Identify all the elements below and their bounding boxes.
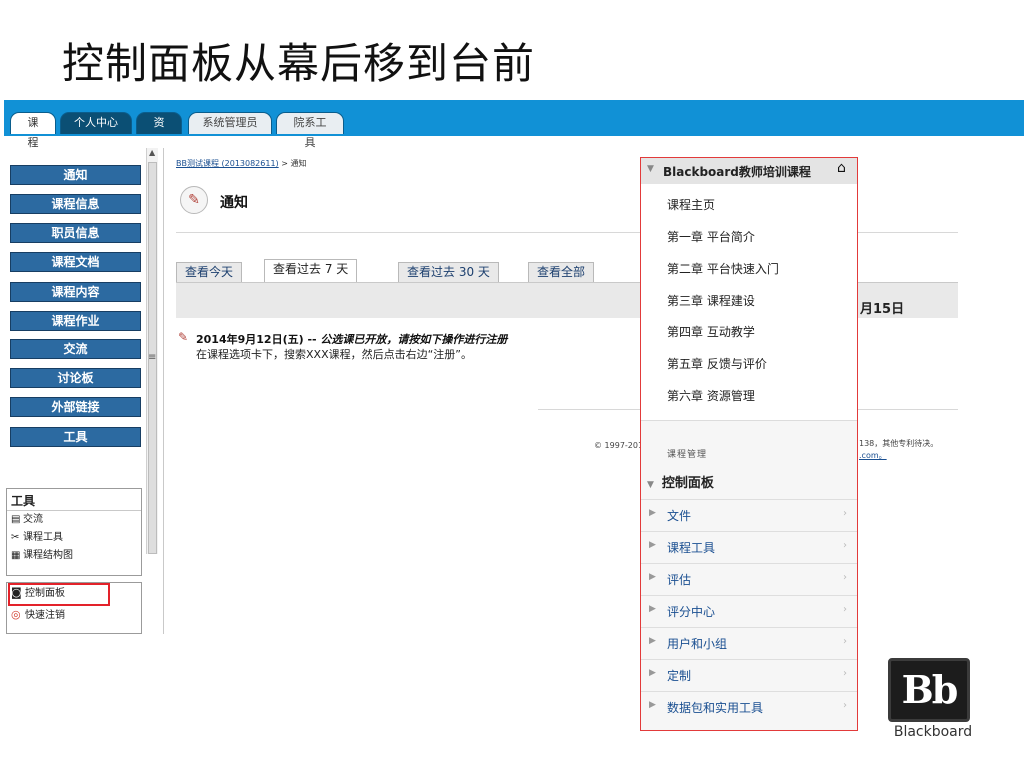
sidebar-button-course-info[interactable]: 课程信息 — [10, 194, 141, 214]
control-panel-item-course-tools[interactable]: ▶ 课程工具 › — [641, 531, 857, 561]
tab-course[interactable]: 课程 — [10, 112, 56, 149]
course-menu-link-chapter-5[interactable]: 第五章 反馈与评价 — [667, 355, 767, 372]
sidebar-button-discussion-board[interactable]: 讨论板 — [10, 368, 141, 388]
resize-handle-icon[interactable]: ≡ — [148, 352, 156, 363]
date-heading: 月15日 — [860, 302, 905, 317]
slide-title: 控制面板从幕后移到台前 — [62, 39, 536, 88]
breadcrumb: BB测试课程 (2013082611) > 通知 — [176, 158, 306, 169]
sidebar-button-external-links[interactable]: 外部链接 — [10, 397, 141, 417]
tab-view-all[interactable]: 查看全部 — [528, 262, 595, 282]
chevron-right-icon: › — [843, 636, 847, 647]
chevron-right-icon: › — [843, 700, 847, 711]
announcement-item-icon: ✎ — [178, 330, 189, 344]
sidebar-divider — [163, 148, 164, 634]
control-panel-item-grade-center[interactable]: ▶ 评分中心 › — [641, 595, 857, 625]
home-icon[interactable]: ⌂ — [837, 160, 846, 176]
chevron-right-icon: › — [843, 508, 847, 519]
sidebar-quick-logout[interactable]: ◎ 快速注销 — [7, 605, 141, 627]
announcement-body: 在课程选项卡下，搜索XXX课程，然后点击右边“注册”。 — [196, 348, 473, 361]
tools-panel: 工具 ▤ 交流 ✂ 课程工具 ▦ 课程结构图 — [6, 488, 142, 576]
triangle-right-icon: ▶ — [649, 700, 656, 710]
sidebar-button-staff-info[interactable]: 职员信息 — [10, 223, 141, 243]
blackboard-logo: Bb — [888, 658, 970, 722]
course-menu-link-home[interactable]: 课程主页 — [667, 196, 715, 213]
triangle-right-icon: ▶ — [649, 668, 656, 678]
control-panel-item-packages-utilities[interactable]: ▶ 数据包和实用工具 › — [641, 691, 857, 721]
sidebar-button-announcements[interactable]: 通知 — [10, 165, 141, 185]
tools-panel-title: 工具 — [7, 489, 141, 511]
control-panel-item-evaluation[interactable]: ▶ 评估 › — [641, 563, 857, 593]
tab-view-today[interactable]: 查看今天 — [176, 262, 243, 282]
triangle-right-icon: ▶ — [649, 540, 656, 550]
map-icon: ▦ — [11, 550, 21, 561]
chevron-right-icon: › — [843, 540, 847, 551]
tab-my-center[interactable]: 个人中心 — [60, 112, 132, 134]
scroll-up-icon[interactable]: ▲ — [149, 148, 155, 157]
tab-view-last-7-days[interactable]: 查看过去 7 天 — [264, 259, 358, 283]
control-panel-item-files[interactable]: ▶ 文件 › — [641, 499, 857, 529]
patent-text: 138，其他专利待决。 — [859, 439, 939, 448]
course-menu-header[interactable]: ▼ Blackboard教师培训课程 ⌂ — [641, 158, 857, 184]
triangle-right-icon: ▶ — [649, 604, 656, 614]
collapse-triangle-icon[interactable]: ▼ — [647, 164, 654, 174]
wrench-icon: ✂ — [11, 532, 20, 543]
triangle-right-icon: ▶ — [649, 572, 656, 582]
triangle-right-icon: ▶ — [649, 636, 656, 646]
announcement-title-line: 2014年9月12日(五) -- 公选课已开放，请按如下操作进行注册 — [196, 331, 507, 347]
announcement-icon: ✎ — [180, 186, 208, 214]
tab-view-last-30-days[interactable]: 查看过去 30 天 — [398, 262, 499, 282]
control-panel-highlight — [8, 583, 110, 606]
tools-item-course-map[interactable]: ▦ 课程结构图 — [7, 547, 141, 565]
course-menu-dropdown: ▼ Blackboard教师培训课程 ⌂ 课程主页 第一章 平台简介 第二章 平… — [640, 157, 858, 731]
copyright-link[interactable]: .com。 — [859, 450, 887, 461]
course-management-label: 课程管理 — [667, 450, 708, 460]
tab-resources[interactable]: 资源 — [136, 112, 182, 149]
chevron-right-icon: › — [843, 572, 847, 583]
sidebar-button-tools[interactable]: 工具 — [10, 427, 141, 447]
copyright-text: © 1997-201 — [594, 441, 644, 450]
top-tab-bar: 课程 个人中心 资源 系统管理员 院系工具 — [4, 100, 1024, 149]
sidebar-button-assignments[interactable]: 课程作业 — [10, 311, 141, 331]
expand-triangle-icon: ▼ — [647, 480, 654, 490]
chevron-right-icon: › — [843, 668, 847, 679]
control-panel-item-users-groups[interactable]: ▶ 用户和小组 › — [641, 627, 857, 657]
tab-system-admin[interactable]: 系统管理员 — [188, 112, 272, 134]
blackboard-wordmark: Blackboard — [893, 724, 973, 740]
course-menu-link-chapter-6[interactable]: 第六章 资源管理 — [667, 387, 755, 404]
triangle-right-icon: ▶ — [649, 508, 656, 518]
course-management-panel: 课程管理 ▼ 控制面板 ▶ 文件 › ▶ 课程工具 › ▶ 评估 › ▶ 评分中心 › ▶ 用户和小… — [641, 420, 857, 730]
course-menu-title: Blackboard教师培训课程 — [663, 165, 811, 179]
breadcrumb-course-link[interactable]: BB测试课程 (2013082611) — [176, 159, 279, 168]
announcement-title: 公选课已开放，请按如下操作进行注册 — [320, 333, 508, 346]
sidebar-button-communication[interactable]: 交流 — [10, 339, 141, 359]
chevron-right-icon: › — [843, 604, 847, 615]
course-menu-link-chapter-3[interactable]: 第三章 课程建设 — [667, 292, 755, 309]
course-menu-link-chapter-1[interactable]: 第一章 平台简介 — [667, 228, 755, 245]
tools-item-communication[interactable]: ▤ 交流 — [7, 511, 141, 529]
logo-mark: Bb — [901, 667, 959, 712]
announcement-date: 2014年9月12日(五) -- — [196, 333, 321, 346]
course-menu-link-chapter-4[interactable]: 第四章 互动教学 — [667, 323, 755, 340]
sidebar-button-course-content[interactable]: 课程内容 — [10, 282, 141, 302]
chat-icon: ▤ — [11, 514, 21, 525]
sidebar-button-course-docs[interactable]: 课程文档 — [10, 252, 141, 272]
course-menu-link-chapter-2[interactable]: 第二章 平台快速入门 — [667, 260, 779, 277]
tools-item-course-tools[interactable]: ✂ 课程工具 — [7, 529, 141, 547]
logout-icon: ◎ — [11, 608, 21, 621]
tab-department-tools[interactable]: 院系工具 — [276, 112, 344, 149]
sidebar-scrollbar[interactable]: ▲ — [146, 148, 158, 554]
control-panel-item-customization[interactable]: ▶ 定制 › — [641, 659, 857, 689]
page-title: 通知 — [220, 195, 248, 211]
control-panel-header[interactable]: ▼ 控制面板 — [647, 472, 714, 491]
breadcrumb-current: > 通知 — [281, 159, 307, 168]
